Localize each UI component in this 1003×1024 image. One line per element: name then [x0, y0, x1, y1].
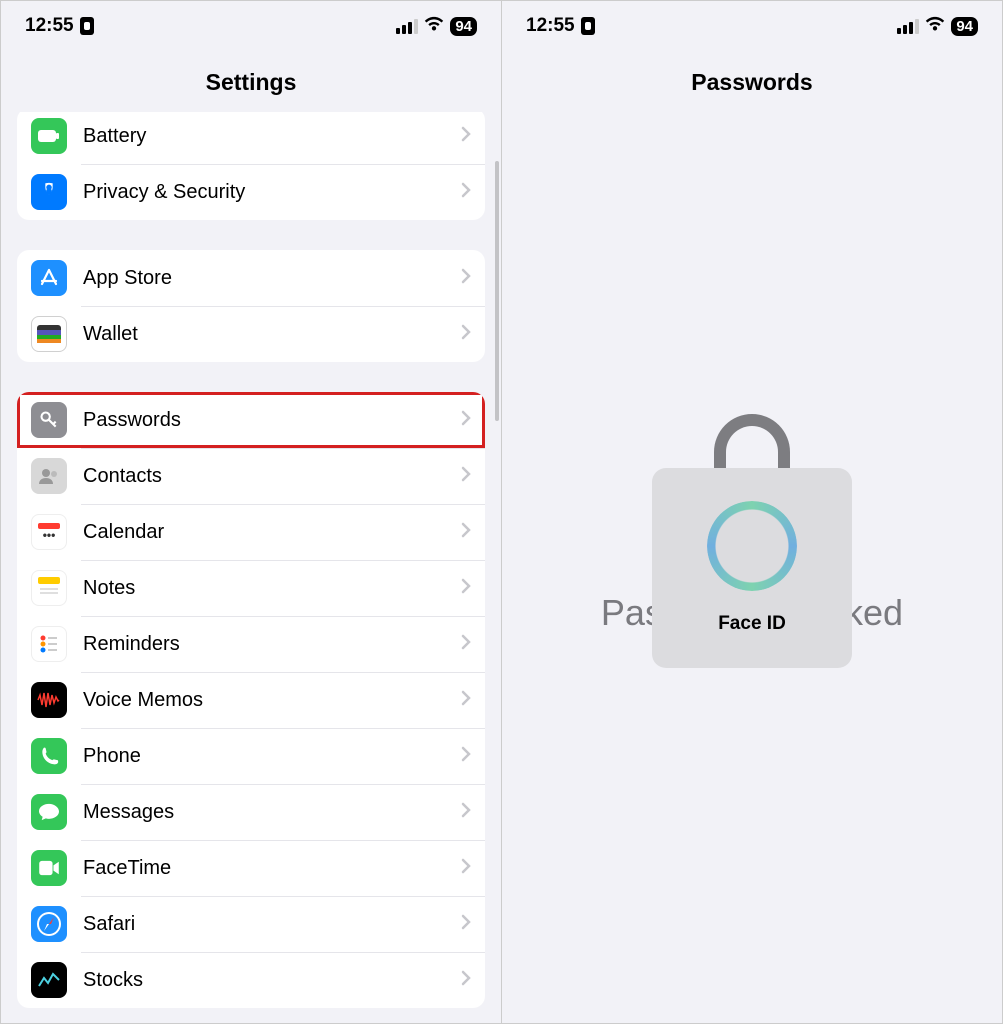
settings-row-wallet[interactable]: Wallet: [17, 306, 485, 362]
chevron-right-icon: [461, 268, 471, 289]
notes-icon: [31, 570, 67, 606]
settings-row-messages[interactable]: Messages: [17, 784, 485, 840]
settings-row-label: Messages: [83, 801, 461, 824]
wifi-icon: [925, 15, 945, 37]
chevron-right-icon: [461, 690, 471, 711]
messages-icon: [31, 794, 67, 830]
status-time: 12:55: [25, 15, 74, 37]
safari-icon: [31, 906, 67, 942]
chevron-right-icon: [461, 466, 471, 487]
settings-row-safari[interactable]: Safari: [17, 896, 485, 952]
cellular-signal-icon: [396, 19, 418, 34]
faceid-prompt[interactable]: Face ID: [652, 468, 852, 668]
battery-level: 94: [951, 17, 978, 36]
settings-row-label: Notes: [83, 577, 461, 600]
chevron-right-icon: [461, 182, 471, 203]
svg-text:•••: •••: [43, 528, 56, 542]
chevron-right-icon: [461, 522, 471, 543]
settings-row-stocks[interactable]: Stocks: [17, 952, 485, 1008]
wifi-icon: [424, 15, 444, 37]
settings-list[interactable]: Battery Privacy & Security App Store Wallet…: [1, 112, 501, 1023]
id-card-icon: [581, 17, 595, 35]
appstore-icon: [31, 260, 67, 296]
reminders-icon: [31, 626, 67, 662]
scrollbar[interactable]: [495, 161, 499, 421]
chevron-right-icon: [461, 126, 471, 147]
chevron-right-icon: [461, 970, 471, 991]
faceid-ring-icon: [707, 501, 797, 591]
chevron-right-icon: [461, 634, 471, 655]
battery-level: 94: [450, 17, 477, 36]
settings-row-contacts[interactable]: Contacts: [17, 448, 485, 504]
calendar-icon: •••: [31, 514, 67, 550]
chevron-right-icon: [461, 746, 471, 767]
page-title: Settings: [1, 51, 501, 112]
page-title: Passwords: [502, 51, 1002, 112]
settings-row-passwords[interactable]: Passwords: [17, 392, 485, 448]
settings-row-label: Battery: [83, 125, 461, 148]
settings-row-facetime[interactable]: FaceTime: [17, 840, 485, 896]
settings-row-label: Privacy & Security: [83, 181, 461, 204]
chevron-right-icon: [461, 410, 471, 431]
settings-row-label: Stocks: [83, 969, 461, 992]
lock-icon: [714, 414, 790, 474]
contacts-icon: [31, 458, 67, 494]
settings-row-label: Passwords: [83, 409, 461, 432]
passwords-icon: [31, 402, 67, 438]
settings-row-label: Reminders: [83, 633, 461, 656]
id-card-icon: [80, 17, 94, 35]
voicememos-icon: [31, 682, 67, 718]
wallet-icon: [31, 316, 67, 352]
facetime-icon: [31, 850, 67, 886]
stocks-icon: [31, 962, 67, 998]
settings-row-privacy[interactable]: Privacy & Security: [17, 164, 485, 220]
settings-row-calendar[interactable]: ••• Calendar: [17, 504, 485, 560]
settings-row-reminders[interactable]: Reminders: [17, 616, 485, 672]
settings-row-label: Safari: [83, 913, 461, 936]
settings-group: App Store Wallet: [17, 250, 485, 362]
settings-row-label: Wallet: [83, 323, 461, 346]
chevron-right-icon: [461, 578, 471, 599]
settings-row-phone[interactable]: Phone: [17, 728, 485, 784]
chevron-right-icon: [461, 802, 471, 823]
settings-row-label: Voice Memos: [83, 689, 461, 712]
settings-row-label: Calendar: [83, 521, 461, 544]
status-bar: 12:55 94: [1, 1, 501, 51]
settings-row-label: FaceTime: [83, 857, 461, 880]
settings-row-label: Contacts: [83, 465, 461, 488]
settings-row-battery[interactable]: Battery: [17, 112, 485, 164]
settings-row-label: Phone: [83, 745, 461, 768]
faceid-label: Face ID: [718, 613, 786, 635]
passwords-screen: 12:55 94 Passwords Passwords Locked Face…: [502, 1, 1002, 1023]
chevron-right-icon: [461, 324, 471, 345]
phone-icon: [31, 738, 67, 774]
cellular-signal-icon: [897, 19, 919, 34]
settings-row-label: App Store: [83, 267, 461, 290]
settings-screen: 12:55 94 Settings Battery Privacy & Secur…: [1, 1, 502, 1023]
settings-group: Passwords Contacts ••• Calendar Notes Reminde…: [17, 392, 485, 1008]
chevron-right-icon: [461, 914, 471, 935]
privacy-icon: [31, 174, 67, 210]
status-bar: 12:55 94: [502, 1, 1002, 51]
chevron-right-icon: [461, 858, 471, 879]
settings-row-voicememos[interactable]: Voice Memos: [17, 672, 485, 728]
battery-icon: [31, 118, 67, 154]
status-time: 12:55: [526, 15, 575, 37]
settings-group: Battery Privacy & Security: [17, 112, 485, 220]
settings-row-notes[interactable]: Notes: [17, 560, 485, 616]
lock-area: Passwords Locked Face ID: [502, 112, 1002, 1023]
settings-row-appstore[interactable]: App Store: [17, 250, 485, 306]
